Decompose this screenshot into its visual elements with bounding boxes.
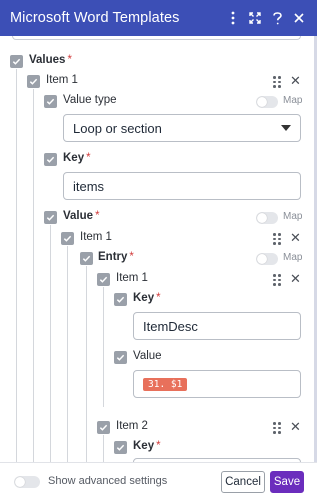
help-icon[interactable]: [267, 8, 287, 28]
drag-handle-icon[interactable]: [273, 422, 281, 434]
close-icon[interactable]: [289, 8, 309, 28]
expand-icon[interactable]: [245, 8, 265, 28]
entry-tree-line: [86, 266, 87, 462]
advanced-settings-toggle[interactable]: [14, 476, 40, 488]
item1-checkbox[interactable]: [27, 75, 40, 88]
remove-item-icon[interactable]: ✕: [290, 74, 301, 87]
inner-item1-checkbox[interactable]: [61, 232, 74, 245]
entry-value-label: Value: [133, 350, 162, 362]
entry-key-input[interactable]: ItemDesc: [133, 312, 301, 340]
drag-handle-icon[interactable]: [273, 233, 281, 245]
entry-item1-checkbox[interactable]: [97, 273, 110, 286]
inner-item1-label: Item 1: [80, 231, 112, 243]
entry-value-input[interactable]: 31. $1: [133, 370, 301, 398]
value-type-select[interactable]: Loop or section: [63, 114, 301, 142]
remove-item-icon[interactable]: ✕: [290, 231, 301, 244]
drag-handle-icon[interactable]: [273, 274, 281, 286]
values-checkbox[interactable]: [10, 55, 23, 68]
inner-item1-tree-line: [67, 246, 68, 462]
item1-label: Item 1: [46, 74, 78, 86]
remove-item-icon[interactable]: ✕: [290, 420, 301, 433]
entry-key-input-value: ItemDesc: [143, 318, 198, 334]
value-type-map-label: Map: [283, 95, 303, 106]
key-label: Key *: [63, 152, 91, 164]
previous-field[interactable]: [12, 36, 301, 40]
entry-label: Entry *: [98, 251, 134, 263]
save-button[interactable]: Save: [270, 471, 304, 493]
value-checkbox[interactable]: [44, 211, 57, 224]
cancel-button[interactable]: Cancel: [221, 471, 265, 493]
entry-map-label: Map: [283, 252, 303, 263]
remove-item-icon[interactable]: ✕: [290, 272, 301, 285]
value-map-label: Map: [283, 211, 303, 222]
key-input-value: items: [73, 178, 105, 194]
values-label: Values *: [29, 54, 72, 66]
value-map-toggle[interactable]: [256, 212, 278, 224]
entry-item2-label: Item 2: [116, 420, 148, 432]
values-tree-line: [16, 69, 17, 462]
entry-item2-key-checkbox[interactable]: [114, 441, 127, 454]
key-checkbox[interactable]: [44, 153, 57, 166]
chevron-down-icon: [281, 125, 291, 131]
value-type-checkbox[interactable]: [44, 95, 57, 108]
entry-key-checkbox[interactable]: [114, 293, 127, 306]
drag-handle-icon[interactable]: [273, 76, 281, 88]
entry-item1-tree-line: [103, 287, 104, 407]
entry-item1-label: Item 1: [116, 272, 148, 284]
dialog-header: Microsoft Word Templates: [0, 0, 317, 36]
entry-key-label: Key *: [133, 292, 161, 304]
entry-item2-key-label: Key *: [133, 440, 161, 452]
dialog-title: Microsoft Word Templates: [10, 10, 180, 26]
entry-item2-checkbox[interactable]: [97, 421, 110, 434]
value-type-selected: Loop or section: [73, 120, 162, 136]
more-vertical-icon[interactable]: [223, 8, 243, 28]
dialog-footer: Show advanced settings Cancel Save: [0, 462, 317, 500]
mapped-value-pill[interactable]: 31. $1: [143, 377, 188, 391]
value-type-label: Value type: [63, 94, 117, 106]
form-content: Values * Item 1 ✕ Value type Map Loop or …: [0, 36, 314, 462]
entry-checkbox[interactable]: [80, 252, 93, 265]
key-input[interactable]: items: [63, 172, 301, 200]
entry-item2-tree-line: [103, 435, 104, 462]
item1-tree-line: [33, 89, 34, 462]
value-type-map-toggle[interactable]: [256, 96, 278, 108]
value-label: Value *: [63, 210, 100, 222]
scroll-track[interactable]: [314, 36, 317, 466]
value-tree-line: [50, 225, 51, 462]
advanced-settings-label: Show advanced settings: [48, 475, 168, 487]
entry-value-checkbox[interactable]: [114, 351, 127, 364]
entry-map-toggle[interactable]: [256, 253, 278, 265]
